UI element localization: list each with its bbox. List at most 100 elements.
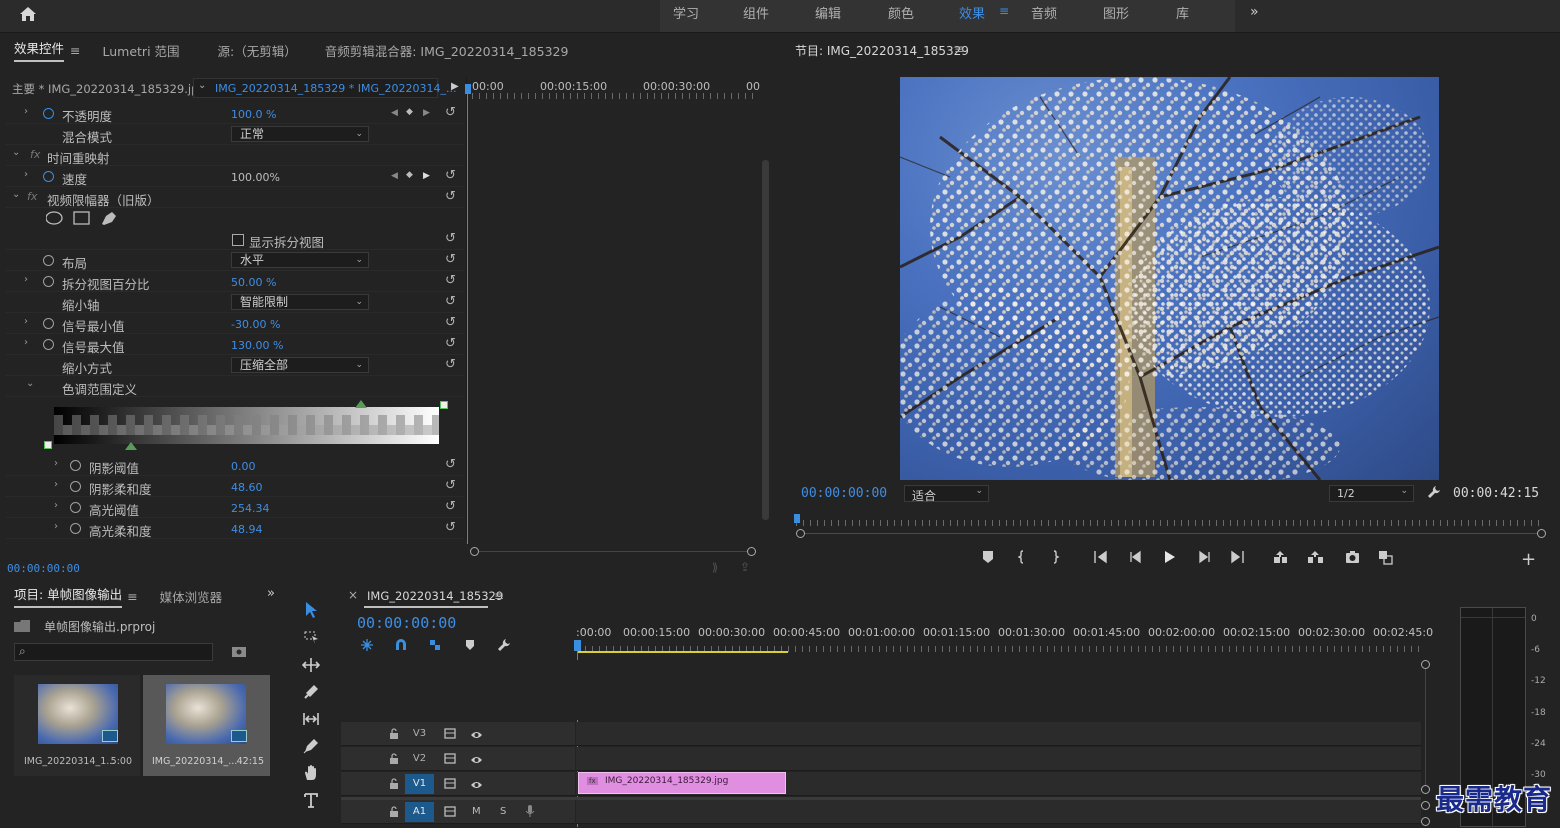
ec-footer-export-icon[interactable]: ⇪: [740, 560, 750, 574]
track-target-v3[interactable]: V3: [405, 724, 434, 744]
workspace-tab[interactable]: 学习: [673, 3, 699, 22]
go-to-out-icon[interactable]: [1231, 550, 1246, 565]
project-overflow-icon[interactable]: »: [267, 586, 275, 601]
tab-audio-clip-mixer[interactable]: 音频剪辑混合器: IMG_20220314_185329: [311, 41, 583, 60]
slip-tool-icon[interactable]: [302, 710, 320, 728]
ec-playhead-handle[interactable]: [465, 84, 471, 94]
stopwatch-icon[interactable]: [70, 460, 81, 471]
track-lock-icon[interactable]: [389, 778, 399, 789]
workspace-tab[interactable]: 颜色: [888, 3, 914, 22]
timeline-vertical-scroll[interactable]: [1421, 660, 1431, 827]
ripple-edit-tool-icon[interactable]: [301, 656, 321, 674]
chevron-right-icon[interactable]: ›: [54, 521, 58, 532]
chevron-right-icon[interactable]: ›: [54, 500, 58, 511]
solo-button[interactable]: S: [500, 806, 506, 817]
tab-lumetri-scopes[interactable]: Lumetri 范围: [89, 41, 194, 60]
tonal-handle-top-right[interactable]: [440, 401, 448, 409]
effect-property-value[interactable]: 100.00%: [231, 171, 280, 184]
effect-property-dropdown[interactable]: 压缩全部 ⌄: [231, 357, 369, 373]
effect-property-dropdown[interactable]: 智能限制 ⌄: [231, 294, 369, 310]
track-select-tool-icon[interactable]: [302, 629, 320, 647]
chevron-right-icon[interactable]: ›: [24, 169, 28, 180]
effect-property-value[interactable]: 50.00 %: [231, 276, 276, 289]
mark-out-icon[interactable]: [1050, 550, 1065, 565]
timeline-playhead-handle[interactable]: [574, 640, 581, 651]
snap-icon[interactable]: [394, 638, 408, 652]
chevron-right-icon[interactable]: ›: [24, 316, 28, 327]
reset-parameter-icon[interactable]: ↺: [445, 478, 456, 493]
insert-nest-icon[interactable]: [360, 638, 374, 652]
program-menu-icon[interactable]: ≡: [954, 42, 964, 56]
tab-source[interactable]: 源:（无剪辑）: [204, 41, 311, 60]
program-fit-select[interactable]: 适合 ⌄: [904, 485, 989, 503]
wrench-icon[interactable]: [1427, 485, 1441, 499]
ec-playhead-line[interactable]: [467, 86, 468, 544]
reset-parameter-icon[interactable]: ↺: [445, 252, 456, 267]
effect-property-value[interactable]: -30.00 %: [231, 318, 280, 331]
sequence-clip-selector[interactable]: ⌄ IMG_20220314_185329 * IMG_20220314_...: [193, 78, 456, 98]
master-clip-label[interactable]: 主要 * IMG_20220314_185329.jpg: [12, 81, 206, 97]
mark-in-icon[interactable]: [1017, 550, 1033, 565]
button-editor-add-icon[interactable]: +: [1521, 549, 1536, 570]
eye-icon[interactable]: [470, 779, 483, 789]
lift-icon[interactable]: [1273, 550, 1288, 565]
razor-tool-icon[interactable]: [302, 683, 320, 701]
track-target-a1[interactable]: A1: [405, 802, 434, 822]
next-keyframe-icon[interactable]: ▶: [423, 171, 430, 181]
work-area-bar[interactable]: [578, 651, 788, 653]
reset-parameter-icon[interactable]: ↺: [445, 105, 456, 120]
tonal-handle-top-left[interactable]: [355, 400, 367, 408]
effect-property-dropdown[interactable]: 正常 ⌄: [231, 126, 369, 142]
reset-parameter-icon[interactable]: ↺: [445, 294, 456, 309]
track-lane-v3[interactable]: [576, 722, 1421, 746]
chevron-right-icon[interactable]: ›: [54, 479, 58, 490]
chevron-down-icon[interactable]: ⌄: [12, 189, 20, 200]
project-search-input[interactable]: ⌕: [14, 643, 213, 661]
tonal-handle-bottom-mid[interactable]: [125, 442, 137, 450]
add-keyframe-icon[interactable]: ◆: [406, 170, 413, 180]
stopwatch-icon[interactable]: [70, 502, 81, 513]
ec-footer-filter-icon[interactable]: ⟫: [712, 561, 718, 574]
extract-icon[interactable]: [1308, 550, 1323, 565]
stopwatch-icon[interactable]: [43, 255, 54, 266]
track-lock-icon[interactable]: [389, 728, 399, 739]
program-scrubber[interactable]: [794, 514, 1546, 528]
new-bin-icon[interactable]: [232, 645, 246, 657]
reset-parameter-icon[interactable]: ↺: [445, 168, 456, 183]
sync-lock-icon[interactable]: [444, 806, 456, 817]
project-item-selected[interactable]: IMG_20220314_... 42:15: [143, 675, 270, 776]
stopwatch-icon[interactable]: [43, 276, 54, 287]
sync-lock-icon[interactable]: [444, 728, 456, 739]
timeline-menu-icon[interactable]: ≡: [494, 589, 504, 603]
tonal-range-gradient[interactable]: [54, 407, 439, 444]
track-lane-v2[interactable]: [576, 747, 1421, 771]
project-menu-icon[interactable]: ≡: [127, 589, 137, 604]
chevron-down-icon[interactable]: ⌄: [26, 378, 34, 389]
reset-parameter-icon[interactable]: ↺: [445, 520, 456, 535]
type-tool-icon[interactable]: [302, 791, 320, 809]
eye-icon[interactable]: [470, 754, 483, 764]
stopwatch-icon[interactable]: [43, 171, 54, 182]
workspace-overflow-icon[interactable]: »: [1250, 4, 1259, 20]
sync-lock-icon[interactable]: [444, 753, 456, 764]
track-lane-a1[interactable]: [576, 800, 1421, 824]
eye-icon[interactable]: [470, 729, 483, 739]
timeline-settings-wrench-icon[interactable]: [497, 638, 511, 652]
effect-property-value[interactable]: 0.00: [231, 460, 256, 473]
project-item[interactable]: IMG_20220314_1... 5:00: [14, 675, 140, 776]
step-forward-icon[interactable]: [1198, 550, 1213, 565]
prev-keyframe-icon[interactable]: ◀: [391, 108, 398, 118]
chevron-right-icon[interactable]: ›: [54, 458, 58, 469]
chevron-right-icon[interactable]: ›: [24, 106, 28, 117]
stopwatch-icon[interactable]: [70, 523, 81, 534]
program-current-timecode[interactable]: 00:00:00:00: [801, 486, 887, 501]
timeline-title[interactable]: IMG_20220314_185329: [367, 589, 503, 603]
mute-button[interactable]: M: [472, 806, 481, 817]
workspace-tab[interactable]: 效果: [959, 3, 985, 22]
stopwatch-icon[interactable]: [43, 318, 54, 329]
panel-menu-icon[interactable]: ≡: [70, 43, 80, 58]
track-lock-icon[interactable]: [389, 753, 399, 764]
workspace-tab[interactable]: 库: [1176, 3, 1189, 22]
ec-horizontal-scrollbar[interactable]: [470, 547, 756, 556]
workspace-tab[interactable]: 音频: [1031, 3, 1057, 22]
